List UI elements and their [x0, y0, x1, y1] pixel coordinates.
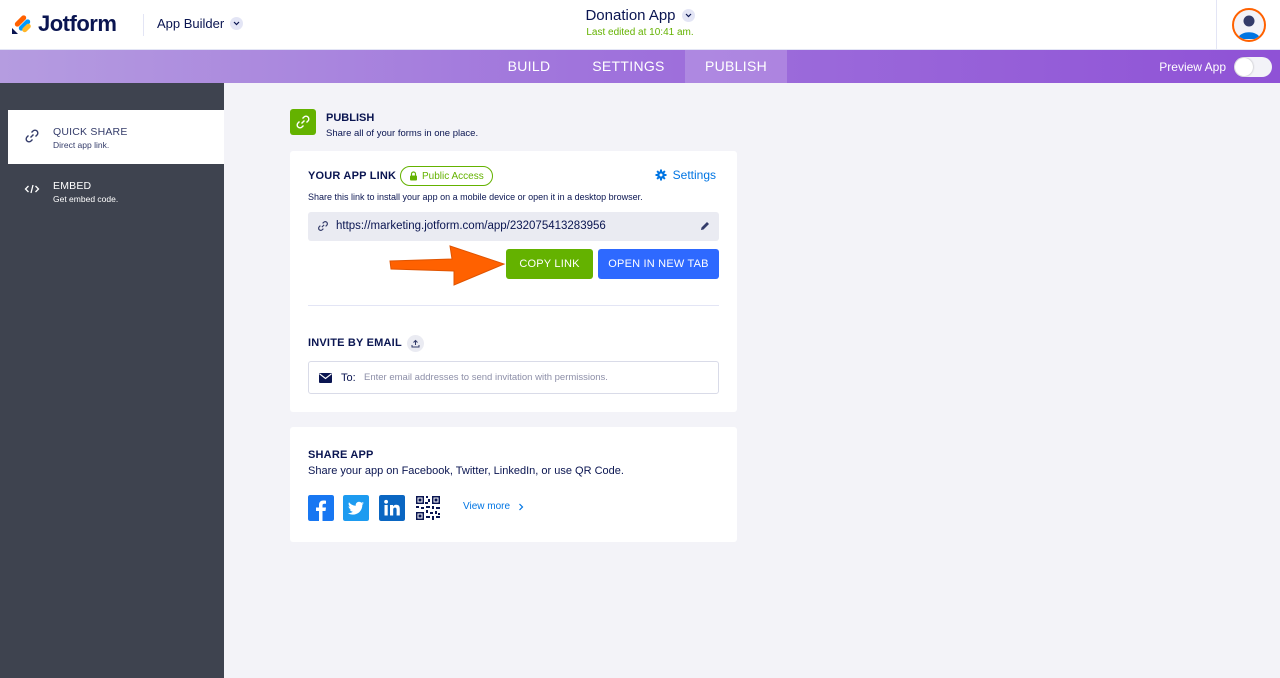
qr-code-icon[interactable] — [415, 495, 441, 521]
preview-app-toggle[interactable] — [1234, 57, 1272, 77]
sidebar-item-title: QUICK SHARE — [53, 126, 128, 138]
invite-email-label: INVITE BY EMAIL — [308, 337, 402, 349]
view-more-link[interactable]: View more — [463, 501, 524, 512]
app-url-field[interactable]: https://marketing.jotform.com/app/232075… — [308, 212, 719, 241]
last-edited-text: Last edited at 10:41 am. — [586, 27, 694, 38]
share-app-desc: Share your app on Facebook, Twitter, Lin… — [308, 465, 624, 477]
settings-label: Settings — [672, 168, 716, 182]
settings-link[interactable]: Settings — [655, 168, 716, 182]
sidebar-item-quick-share[interactable]: QUICK SHARE Direct app link. — [8, 110, 224, 164]
section-divider — [308, 305, 719, 306]
sidebar-item-title: EMBED — [53, 180, 92, 192]
publish-desc: Share all of your forms in one place. — [326, 128, 479, 139]
share-app-label: SHARE APP — [308, 449, 374, 461]
envelope-icon — [319, 373, 332, 383]
share-app-card: SHARE APP Share your app on Facebook, Tw… — [290, 427, 737, 542]
email-to-label: To: — [341, 372, 356, 384]
toggle-knob — [1235, 58, 1253, 76]
twitter-icon[interactable] — [343, 495, 369, 521]
email-input[interactable] — [364, 367, 704, 388]
app-title-dropdown[interactable]: Donation App — [585, 7, 695, 24]
tab-settings[interactable]: SETTINGS — [572, 50, 685, 83]
preview-app-label: Preview App — [1159, 60, 1226, 74]
open-new-tab-button[interactable]: OPEN IN NEW TAB — [598, 249, 719, 279]
app-link-hint: Share this link to install your app on a… — [308, 192, 643, 202]
linkedin-icon[interactable] — [379, 495, 405, 521]
chevron-right-icon — [519, 503, 524, 510]
builder-nav-bar: BUILD SETTINGS PUBLISH Preview App — [0, 50, 1280, 83]
user-avatar[interactable] — [1231, 7, 1266, 42]
app-link-card: YOUR APP LINK Public Access Settings Sha… — [290, 151, 737, 412]
chevron-down-icon — [681, 9, 695, 22]
upload-icon[interactable] — [407, 335, 424, 352]
user-icon — [1237, 15, 1260, 39]
app-title-block: Donation App Last edited at 10:41 am. — [0, 7, 1280, 38]
sidebar-item-embed[interactable]: EMBED Get embed code. — [8, 164, 224, 218]
copy-link-button[interactable]: COPY LINK — [506, 249, 593, 279]
avatar-area — [1216, 0, 1280, 49]
link-icon — [25, 129, 39, 143]
invite-email-field[interactable]: To: — [308, 361, 719, 394]
link-icon — [318, 221, 328, 231]
sidebar-item-desc: Get embed code. — [53, 194, 119, 204]
publish-sidebar: QUICK SHARE Direct app link. EMBED Get e… — [0, 83, 224, 678]
facebook-icon[interactable] — [308, 495, 334, 521]
public-access-badge[interactable]: Public Access — [400, 166, 493, 186]
gear-icon — [655, 169, 667, 181]
app-link-label: YOUR APP LINK — [308, 170, 397, 182]
pencil-icon[interactable] — [699, 220, 711, 232]
view-more-label: View more — [463, 501, 511, 512]
app-title: Donation App — [585, 7, 676, 24]
badge-label: Public Access — [422, 170, 484, 182]
app-url-text: https://marketing.jotform.com/app/232075… — [336, 220, 606, 232]
publish-title: PUBLISH — [326, 112, 375, 124]
lock-icon — [410, 171, 417, 181]
tab-publish[interactable]: PUBLISH — [685, 50, 787, 83]
link-icon — [290, 109, 316, 135]
code-icon — [24, 184, 40, 194]
annotation-arrow-icon — [389, 245, 506, 286]
top-header: Jotform App Builder Donation App Last ed… — [0, 0, 1280, 50]
sidebar-item-desc: Direct app link. — [53, 140, 110, 150]
tab-build[interactable]: BUILD — [486, 50, 572, 83]
